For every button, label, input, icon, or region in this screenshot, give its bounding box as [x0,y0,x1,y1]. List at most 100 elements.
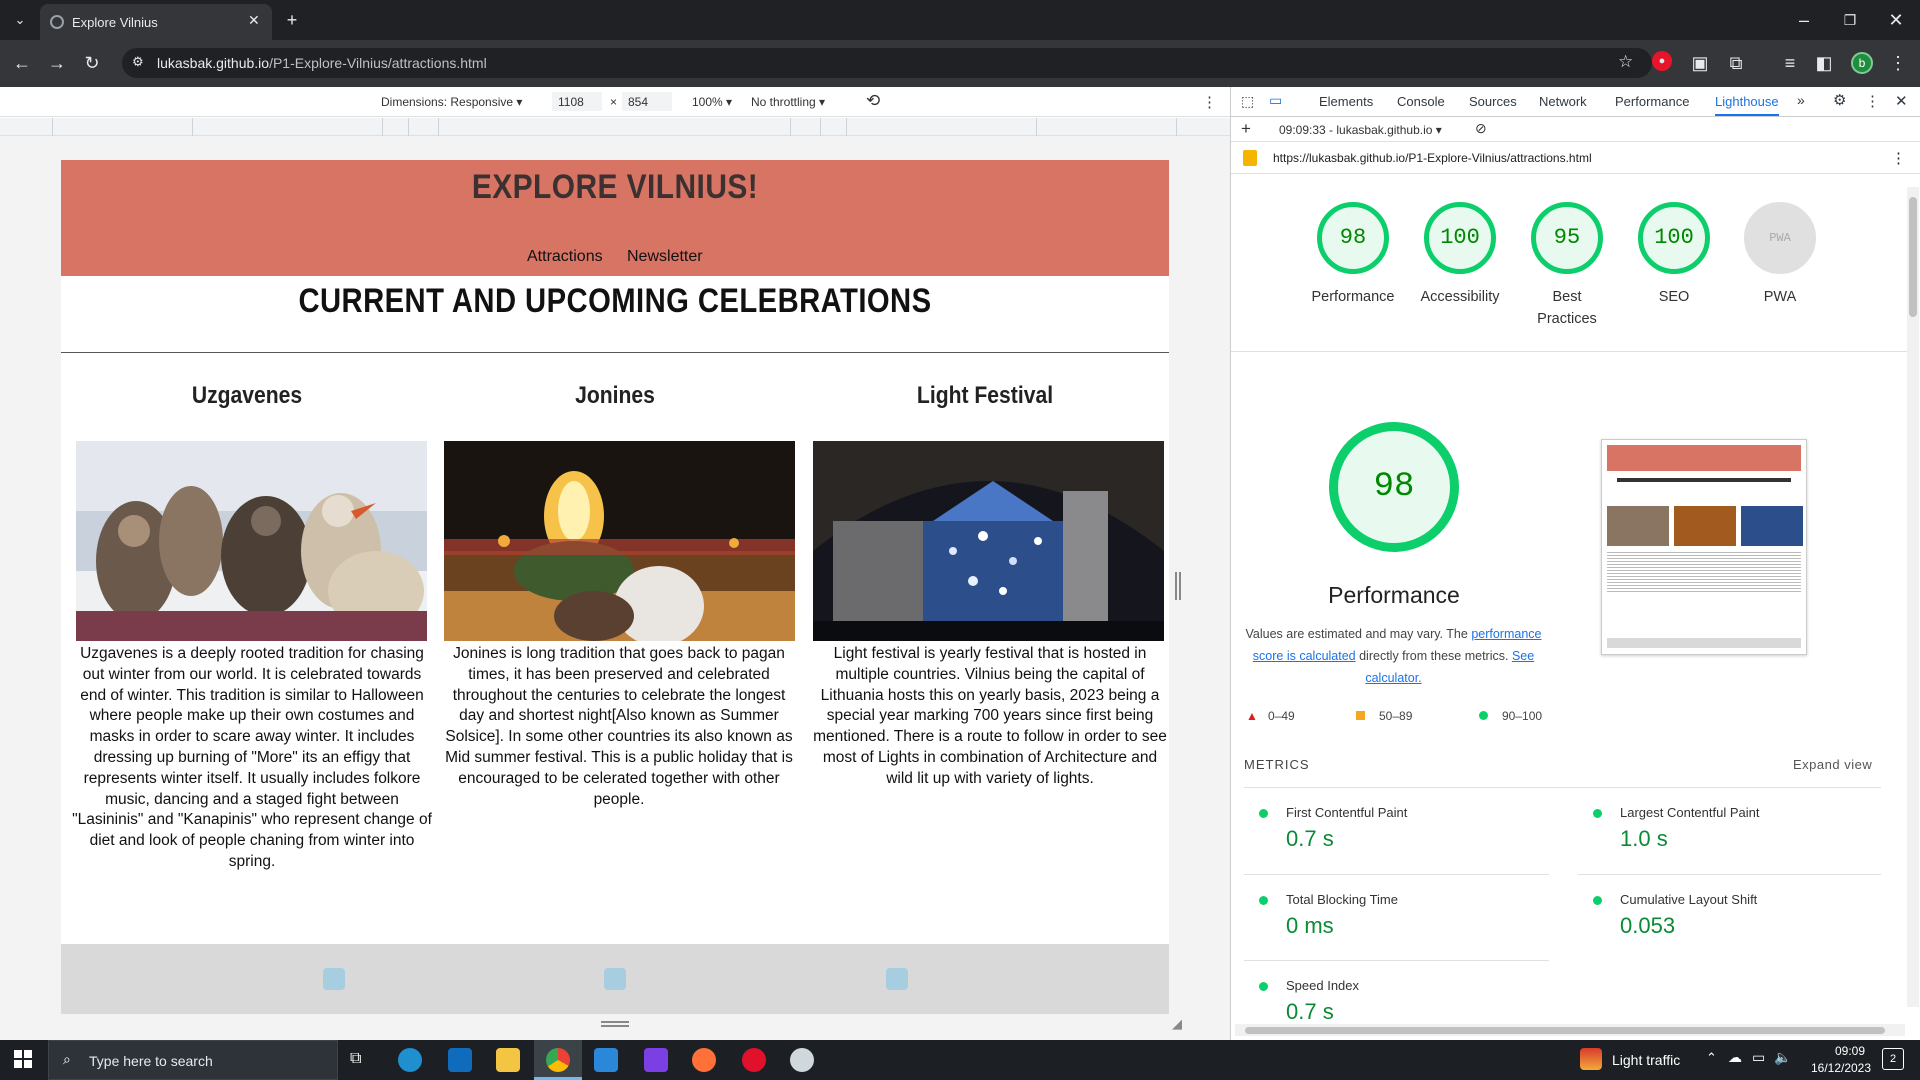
resize-handle-bottom[interactable] [601,1021,629,1027]
tab-console[interactable]: Console [1397,94,1445,109]
tab-search-icon[interactable]: ⌄ [8,8,32,32]
gauge-performance[interactable]: 98 Performance [1298,202,1408,308]
report-menu-icon[interactable]: ⋮ [1891,149,1906,167]
pass-dot-icon [1259,809,1268,818]
settings-icon[interactable]: ⚙ [1833,91,1846,109]
tab-elements[interactable]: Elements [1319,94,1373,109]
volume-icon[interactable]: 🔈 [1774,1049,1791,1066]
store-icon[interactable] [594,1048,618,1072]
side-panel-icon[interactable]: ◧ [1812,51,1836,75]
site-info-icon[interactable]: ⚙ [132,54,144,70]
paint-icon[interactable] [790,1048,814,1072]
taskbar-search[interactable]: ⌕ Type here to search [48,1040,338,1080]
horizontal-scrollbar[interactable] [1235,1024,1905,1036]
metrics-row-divider [1244,960,1549,961]
resize-handle-right[interactable] [1175,572,1181,600]
minimize-icon[interactable]: – [1792,8,1816,32]
twitter-icon[interactable] [886,968,908,990]
jonines-description: Jonines is long tradition that goes back… [445,645,793,808]
clear-reports-icon[interactable]: ⊘ [1475,120,1487,137]
rotate-icon[interactable]: ⟲ [866,91,880,111]
gauge-best-practices[interactable]: 95 Best Practices [1512,202,1622,330]
tray-chevron-icon[interactable]: ⌃ [1706,1050,1717,1066]
bookmark-star-icon[interactable]: ☆ [1618,52,1633,72]
expand-view-button[interactable]: Expand view [1793,757,1872,772]
tab-lighthouse[interactable]: Lighthouse [1715,94,1779,116]
tab-performance[interactable]: Performance [1615,94,1689,109]
media-control-icon[interactable]: ≡ [1778,51,1802,75]
mail-icon[interactable] [448,1048,472,1072]
new-tab-icon[interactable]: + [280,8,304,32]
light-festival-photo [813,441,1164,641]
notification-icon[interactable]: 2 [1882,1048,1904,1070]
weather-icon[interactable] [1580,1048,1602,1070]
report-select[interactable]: 09:09:33 - lukasbak.github.io ▾ [1279,123,1442,137]
metric-speed-index-value: 0.7 s [1286,999,1334,1024]
inspect-element-icon[interactable]: ⬚ [1241,93,1254,110]
resize-handle-corner[interactable]: ◢ [1172,1016,1182,1032]
browser-tab[interactable]: Explore Vilnius ✕ [40,4,272,40]
back-icon[interactable]: ← [10,51,34,75]
address-bar[interactable]: ⚙ lukasbak.github.io/P1-Explore-Vilnius/… [122,48,1652,78]
clock-time[interactable]: 09:09 [1820,1044,1880,1058]
screen-cast-icon[interactable]: ▣ [1688,51,1712,75]
nav-attractions[interactable]: Attractions [527,248,603,266]
gauge-accessibility-score: 100 [1424,202,1496,274]
facebook-icon[interactable] [323,968,345,990]
site-title[interactable]: EXPLORE VILNIUS! [127,168,1102,207]
opera-icon[interactable] [742,1048,766,1072]
vertical-scrollbar[interactable] [1907,187,1919,1007]
vertical-scrollbar-thumb[interactable] [1909,197,1917,317]
pass-dot-icon [1259,896,1268,905]
final-screenshot-thumbnail[interactable] [1601,439,1807,655]
tab-close-icon[interactable]: ✕ [248,12,260,29]
gauge-pwa[interactable]: PWA PWA [1725,202,1835,308]
network-icon[interactable]: ▭ [1752,1049,1765,1066]
profile-avatar[interactable]: b [1851,52,1873,74]
height-input[interactable]: 854 [622,92,672,111]
devtools-close-icon[interactable]: ✕ [1895,92,1908,110]
tab-sources[interactable]: Sources [1469,94,1517,109]
onedrive-icon[interactable]: ☁ [1728,1049,1742,1066]
media-player-icon[interactable] [644,1048,668,1072]
chrome-menu-icon[interactable]: ⋮ [1886,51,1910,75]
close-window-icon[interactable]: ✕ [1884,8,1908,32]
tab-network[interactable]: Network [1539,94,1587,109]
extensions-puzzle-icon[interactable]: ⧉ [1724,51,1748,75]
horizontal-scrollbar-thumb[interactable] [1245,1027,1885,1034]
new-report-icon[interactable]: + [1241,119,1251,139]
width-input[interactable]: 1108 [552,92,602,111]
clock-date[interactable]: 16/12/2023 [1802,1061,1880,1075]
weather-label[interactable]: Light traffic [1612,1052,1680,1068]
device-options-icon[interactable]: ⋮ [1202,93,1217,111]
firefox-icon[interactable] [692,1048,716,1072]
task-view-icon[interactable]: ⧉ [350,1050,361,1068]
restore-icon[interactable]: ❐ [1838,8,1862,32]
throttling-select[interactable]: No throttling ▾ [751,95,825,109]
metric-fcp: First Contentful Paint 0.7 s [1259,805,1606,852]
media-query-ruler [0,118,1230,136]
more-tabs-icon[interactable]: » [1797,92,1805,108]
reload-icon[interactable]: ↻ [80,51,104,75]
windows-taskbar: ⌕ Type here to search ⧉ Light traffic ⌃ … [0,1040,1920,1080]
chrome-icon[interactable] [546,1048,570,1072]
gauge-performance-label: Performance [1311,289,1395,305]
forward-icon[interactable]: → [45,51,69,75]
instagram-icon[interactable] [604,968,626,990]
nav-newsletter[interactable]: Newsletter [627,248,703,266]
gauge-seo-label: SEO [1658,289,1690,305]
windows-start-icon[interactable] [14,1050,32,1068]
pass-dot-icon [1593,809,1602,818]
gauge-accessibility[interactable]: 100 Accessibility [1405,202,1515,308]
extension-icon[interactable]: ● [1652,51,1672,71]
dimensions-select[interactable]: Dimensions: Responsive ▾ [381,95,522,109]
edge-icon[interactable] [398,1048,422,1072]
device-toggle-icon[interactable]: ▭ [1269,92,1282,109]
metrics-divider [1244,787,1881,788]
zoom-select[interactable]: 100% ▾ [692,95,732,109]
gauge-seo[interactable]: 100 SEO [1619,202,1729,308]
devtools-menu-icon[interactable]: ⋮ [1865,92,1880,110]
site-header: EXPLORE VILNIUS! Attractions Newsletter [61,160,1169,276]
file-explorer-icon[interactable] [496,1048,520,1072]
report-url[interactable]: https://lukasbak.github.io/P1-Explore-Vi… [1273,151,1592,165]
